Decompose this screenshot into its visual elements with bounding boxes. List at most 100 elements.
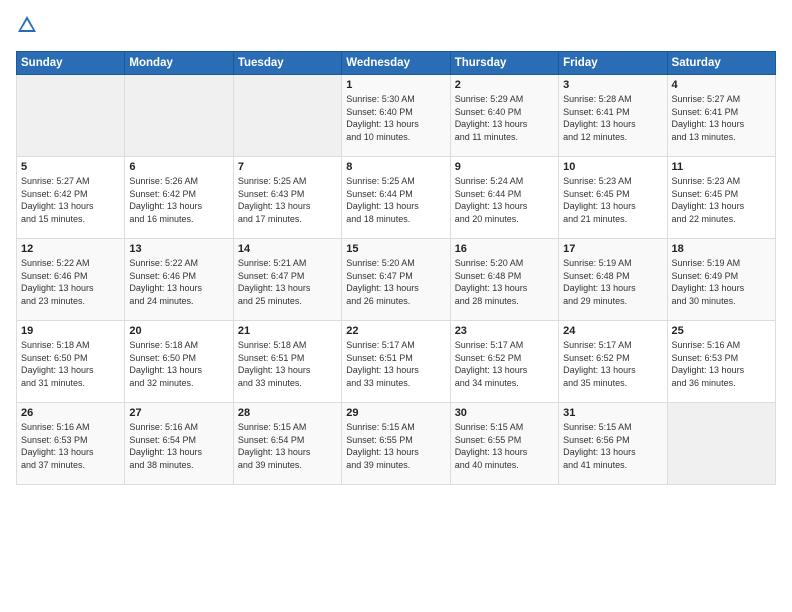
calendar-cell — [125, 75, 233, 157]
day-info: Sunrise: 5:25 AM Sunset: 6:43 PM Dayligh… — [238, 175, 337, 225]
calendar-cell: 12 Sunrise: 5:22 AM Sunset: 6:46 PM Dayli… — [17, 239, 125, 321]
day-info: Sunrise: 5:16 AM Sunset: 6:53 PM Dayligh… — [21, 421, 120, 471]
day-info: Sunrise: 5:26 AM Sunset: 6:42 PM Dayligh… — [129, 175, 228, 225]
calendar-cell: 26 Sunrise: 5:16 AM Sunset: 6:53 PM Dayli… — [17, 403, 125, 485]
day-info: Sunrise: 5:18 AM Sunset: 6:50 PM Dayligh… — [129, 339, 228, 389]
day-info: Sunrise: 5:15 AM Sunset: 6:55 PM Dayligh… — [346, 421, 445, 471]
calendar-cell: 18Sunrise: 5:19 AM Sunset: 6:49 PM Dayli… — [667, 239, 775, 321]
calendar-header: SundayMondayTuesdayWednesdayThursdayFrid… — [17, 52, 776, 75]
day-info: Sunrise: 5:18 AM Sunset: 6:51 PM Dayligh… — [238, 339, 337, 389]
calendar-cell: 23 Sunrise: 5:17 AM Sunset: 6:52 PM Dayli… — [450, 321, 558, 403]
calendar-cell: 24 Sunrise: 5:17 AM Sunset: 6:52 PM Dayli… — [559, 321, 667, 403]
day-number: 4 — [672, 79, 771, 91]
calendar-cell: 1Sunrise: 5:30 AM Sunset: 6:40 PM Daylig… — [342, 75, 450, 157]
weekday-header-sunday: Sunday — [17, 52, 125, 75]
day-number: 14 — [238, 243, 337, 255]
calendar-cell: 22 Sunrise: 5:17 AM Sunset: 6:51 PM Dayli… — [342, 321, 450, 403]
day-info: Sunrise: 5:25 AM Sunset: 6:44 PM Dayligh… — [346, 175, 445, 225]
day-info: Sunrise: 5:28 AM Sunset: 6:41 PM Dayligh… — [563, 93, 662, 143]
calendar-cell: 16 Sunrise: 5:20 AM Sunset: 6:48 PM Dayli… — [450, 239, 558, 321]
day-info: Sunrise: 5:24 AM Sunset: 6:44 PM Dayligh… — [455, 175, 554, 225]
calendar-cell: 20 Sunrise: 5:18 AM Sunset: 6:50 PM Dayli… — [125, 321, 233, 403]
day-number: 9 — [455, 161, 554, 173]
day-number: 30 — [455, 407, 554, 419]
calendar-cell: 10 Sunrise: 5:23 AM Sunset: 6:45 PM Dayli… — [559, 157, 667, 239]
calendar-cell: 25 Sunrise: 5:16 AM Sunset: 6:53 PM Dayli… — [667, 321, 775, 403]
day-info: Sunrise: 5:27 AM Sunset: 6:41 PM Dayligh… — [672, 93, 771, 143]
day-info: Sunrise: 5:20 AM Sunset: 6:48 PM Dayligh… — [455, 257, 554, 307]
day-info: Sunrise: 5:17 AM Sunset: 6:51 PM Dayligh… — [346, 339, 445, 389]
day-number: 10 — [563, 161, 662, 173]
calendar-cell: 9 Sunrise: 5:24 AM Sunset: 6:44 PM Daylig… — [450, 157, 558, 239]
calendar-cell: 11 Sunrise: 5:23 AM Sunset: 6:45 PM Dayli… — [667, 157, 775, 239]
calendar-cell: 15 Sunrise: 5:20 AM Sunset: 6:47 PM Dayli… — [342, 239, 450, 321]
calendar-cell: 8 Sunrise: 5:25 AM Sunset: 6:44 PM Daylig… — [342, 157, 450, 239]
day-number: 5 — [21, 161, 120, 173]
day-info: Sunrise: 5:17 AM Sunset: 6:52 PM Dayligh… — [455, 339, 554, 389]
day-info: Sunrise: 5:23 AM Sunset: 6:45 PM Dayligh… — [672, 175, 771, 225]
day-info: Sunrise: 5:20 AM Sunset: 6:47 PM Dayligh… — [346, 257, 445, 307]
day-info: Sunrise: 5:23 AM Sunset: 6:45 PM Dayligh… — [563, 175, 662, 225]
day-number: 13 — [129, 243, 228, 255]
calendar-week-row: 1Sunrise: 5:30 AM Sunset: 6:40 PM Daylig… — [17, 75, 776, 157]
day-number: 6 — [129, 161, 228, 173]
day-number: 26 — [21, 407, 120, 419]
weekday-header-friday: Friday — [559, 52, 667, 75]
day-number: 7 — [238, 161, 337, 173]
day-number: 22 — [346, 325, 445, 337]
page: SundayMondayTuesdayWednesdayThursdayFrid… — [0, 0, 792, 612]
day-info: Sunrise: 5:29 AM Sunset: 6:40 PM Dayligh… — [455, 93, 554, 143]
weekday-header-thursday: Thursday — [450, 52, 558, 75]
day-number: 21 — [238, 325, 337, 337]
calendar-cell: 29Sunrise: 5:15 AM Sunset: 6:55 PM Dayli… — [342, 403, 450, 485]
calendar-cell: 27 Sunrise: 5:16 AM Sunset: 6:54 PM Dayli… — [125, 403, 233, 485]
weekday-header-row: SundayMondayTuesdayWednesdayThursdayFrid… — [17, 52, 776, 75]
day-info: Sunrise: 5:22 AM Sunset: 6:46 PM Dayligh… — [21, 257, 120, 307]
calendar-cell: 14 Sunrise: 5:21 AM Sunset: 6:47 PM Dayli… — [233, 239, 341, 321]
day-info: Sunrise: 5:19 AM Sunset: 6:48 PM Dayligh… — [563, 257, 662, 307]
calendar-cell: 31 Sunrise: 5:15 AM Sunset: 6:56 PM Dayli… — [559, 403, 667, 485]
day-info: Sunrise: 5:21 AM Sunset: 6:47 PM Dayligh… — [238, 257, 337, 307]
calendar-cell: 19 Sunrise: 5:18 AM Sunset: 6:50 PM Dayli… — [17, 321, 125, 403]
calendar-week-row: 5 Sunrise: 5:27 AM Sunset: 6:42 PM Daylig… — [17, 157, 776, 239]
calendar-cell — [233, 75, 341, 157]
day-number: 16 — [455, 243, 554, 255]
calendar-cell: 21 Sunrise: 5:18 AM Sunset: 6:51 PM Dayli… — [233, 321, 341, 403]
day-info: Sunrise: 5:15 AM Sunset: 6:56 PM Dayligh… — [563, 421, 662, 471]
calendar-table: SundayMondayTuesdayWednesdayThursdayFrid… — [16, 51, 776, 485]
logo — [16, 16, 40, 41]
day-info: Sunrise: 5:30 AM Sunset: 6:40 PM Dayligh… — [346, 93, 445, 143]
day-info: Sunrise: 5:18 AM Sunset: 6:50 PM Dayligh… — [21, 339, 120, 389]
day-number: 3 — [563, 79, 662, 91]
calendar-cell: 13 Sunrise: 5:22 AM Sunset: 6:46 PM Dayli… — [125, 239, 233, 321]
day-number: 25 — [672, 325, 771, 337]
day-info: Sunrise: 5:15 AM Sunset: 6:54 PM Dayligh… — [238, 421, 337, 471]
day-number: 15 — [346, 243, 445, 255]
day-info: Sunrise: 5:17 AM Sunset: 6:52 PM Dayligh… — [563, 339, 662, 389]
weekday-header-monday: Monday — [125, 52, 233, 75]
weekday-header-wednesday: Wednesday — [342, 52, 450, 75]
day-info: Sunrise: 5:27 AM Sunset: 6:42 PM Dayligh… — [21, 175, 120, 225]
day-info: Sunrise: 5:16 AM Sunset: 6:53 PM Dayligh… — [672, 339, 771, 389]
day-number: 31 — [563, 407, 662, 419]
calendar-cell: 2Sunrise: 5:29 AM Sunset: 6:40 PM Daylig… — [450, 75, 558, 157]
day-number: 24 — [563, 325, 662, 337]
day-info: Sunrise: 5:22 AM Sunset: 6:46 PM Dayligh… — [129, 257, 228, 307]
calendar-cell: 5 Sunrise: 5:27 AM Sunset: 6:42 PM Daylig… — [17, 157, 125, 239]
day-number: 23 — [455, 325, 554, 337]
day-number: 11 — [672, 161, 771, 173]
calendar-week-row: 12 Sunrise: 5:22 AM Sunset: 6:46 PM Dayli… — [17, 239, 776, 321]
day-number: 12 — [21, 243, 120, 255]
calendar-cell: 6 Sunrise: 5:26 AM Sunset: 6:42 PM Daylig… — [125, 157, 233, 239]
calendar-week-row: 19 Sunrise: 5:18 AM Sunset: 6:50 PM Dayli… — [17, 321, 776, 403]
day-number: 19 — [21, 325, 120, 337]
day-number: 20 — [129, 325, 228, 337]
calendar-cell: 28 Sunrise: 5:15 AM Sunset: 6:54 PM Dayli… — [233, 403, 341, 485]
weekday-header-saturday: Saturday — [667, 52, 775, 75]
weekday-header-tuesday: Tuesday — [233, 52, 341, 75]
day-number: 27 — [129, 407, 228, 419]
day-number: 8 — [346, 161, 445, 173]
day-number: 28 — [238, 407, 337, 419]
day-info: Sunrise: 5:16 AM Sunset: 6:54 PM Dayligh… — [129, 421, 228, 471]
calendar-cell — [17, 75, 125, 157]
